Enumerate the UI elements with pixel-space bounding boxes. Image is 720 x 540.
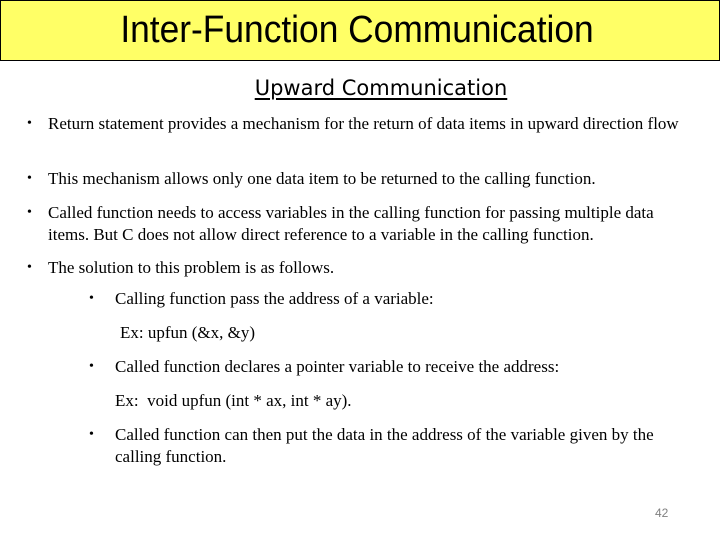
bullet-marker: • [27,116,32,131]
code-example: Ex: upfun (&x, &y) [120,323,256,342]
bullet-text: Return statement provides a mechanism fo… [48,114,679,133]
bullet-text: The solution to this problem is as follo… [48,258,335,277]
slide-subtitle: Upward Communication [254,76,508,100]
bullet-marker: • [27,260,32,275]
bullet-text: This mechanism allows only one data item… [48,169,596,188]
sub-bullet-text: Called function declares a pointer varia… [115,357,560,376]
bullet-marker: • [27,205,32,220]
bullet-marker: • [27,171,32,186]
sub-bullet-marker: • [89,427,94,442]
sub-bullet-text: Calling function pass the address of a v… [115,289,434,308]
sub-bullet-marker: • [89,359,94,374]
sub-bullet-marker: • [89,291,94,306]
sub-bullet-text: Called function can then put the data in… [115,425,658,466]
page-number: 42 [655,506,669,520]
title-banner: Inter-Function Communication [0,0,720,61]
slide-title: Inter-Function Communication [120,9,594,51]
code-example: Ex: void upfun (int * ax, int * ay). [115,391,352,410]
bullet-text: Called function needs to access variable… [48,203,658,244]
